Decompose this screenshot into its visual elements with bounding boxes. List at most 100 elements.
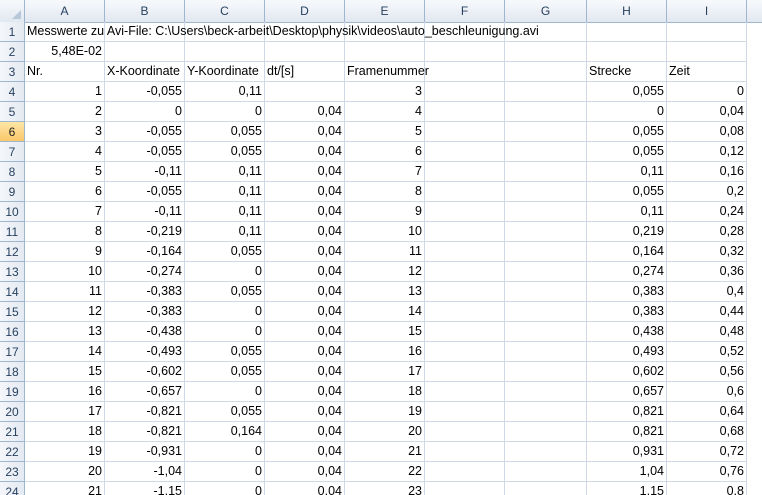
cell-f[interactable] — [425, 162, 505, 182]
cell-a[interactable]: 15 — [25, 362, 105, 382]
column-header-c[interactable]: C — [185, 0, 265, 22]
cell-g[interactable] — [505, 382, 587, 402]
row-header[interactable]: 15 — [0, 302, 25, 322]
cell-g[interactable] — [505, 422, 587, 442]
cell-a[interactable]: 10 — [25, 262, 105, 282]
row-header[interactable]: 9 — [0, 182, 25, 202]
cell-d[interactable]: 0,04 — [265, 122, 345, 142]
cell-g[interactable] — [505, 362, 587, 382]
cell-g[interactable] — [505, 202, 587, 222]
cell-h[interactable]: 0,164 — [587, 242, 667, 262]
cell-f[interactable] — [425, 142, 505, 162]
cell-h[interactable]: 0,219 — [587, 222, 667, 242]
cell-i[interactable]: 0,36 — [667, 262, 747, 282]
row-header[interactable]: 5 — [0, 102, 25, 122]
row-header[interactable]: 19 — [0, 382, 25, 402]
cell-d[interactable]: 0,04 — [265, 422, 345, 442]
cell-d[interactable]: 0,04 — [265, 382, 345, 402]
cell-h[interactable]: 0,274 — [587, 262, 667, 282]
row-header[interactable]: 7 — [0, 142, 25, 162]
cell-i[interactable]: 0,2 — [667, 182, 747, 202]
cell-b[interactable]: -0,438 — [105, 322, 185, 342]
cell-c[interactable]: 0 — [185, 302, 265, 322]
cell-h[interactable]: 0,11 — [587, 202, 667, 222]
cell-g[interactable] — [505, 82, 587, 102]
cell-f[interactable] — [425, 462, 505, 482]
cell-e[interactable]: 10 — [345, 222, 425, 242]
cell-c[interactable]: 0,055 — [185, 242, 265, 262]
cell-c[interactable]: Y-Koordinate — [185, 62, 265, 82]
cell-c[interactable]: 0,11 — [185, 202, 265, 222]
cell-h[interactable]: 0,383 — [587, 282, 667, 302]
cell-i[interactable]: 0,4 — [667, 282, 747, 302]
cell-b[interactable]: -0,821 — [105, 402, 185, 422]
cell-e[interactable] — [345, 42, 425, 62]
cell-i[interactable]: 0,24 — [667, 202, 747, 222]
cell-d[interactable] — [265, 82, 345, 102]
cell-e[interactable]: 21 — [345, 442, 425, 462]
cell-g[interactable] — [505, 42, 587, 62]
cell-b[interactable]: 0 — [105, 102, 185, 122]
cell-h[interactable]: 0,383 — [587, 302, 667, 322]
row-header[interactable]: 17 — [0, 342, 25, 362]
cell-e[interactable]: 20 — [345, 422, 425, 442]
cell-a[interactable]: 7 — [25, 202, 105, 222]
row-header[interactable]: 21 — [0, 422, 25, 442]
cell-f[interactable] — [425, 342, 505, 362]
cell-c[interactable]: 0 — [185, 382, 265, 402]
cell-f[interactable] — [425, 322, 505, 342]
cell-e[interactable]: 22 — [345, 462, 425, 482]
cell-g[interactable] — [505, 162, 587, 182]
cell-g[interactable] — [505, 342, 587, 362]
cell-h[interactable]: 0,931 — [587, 442, 667, 462]
cell-d[interactable]: 0,04 — [265, 482, 345, 495]
cell-i[interactable]: 0,08 — [667, 122, 747, 142]
cell-b[interactable]: -0,602 — [105, 362, 185, 382]
cell-c[interactable]: 0,11 — [185, 162, 265, 182]
cell-i[interactable]: 0,56 — [667, 362, 747, 382]
row-header[interactable]: 6 — [0, 122, 25, 142]
cell-e[interactable]: 8 — [345, 182, 425, 202]
cell-c[interactable]: 0 — [185, 102, 265, 122]
cell-h[interactable]: 0,493 — [587, 342, 667, 362]
cell-a[interactable]: 3 — [25, 122, 105, 142]
cell-d[interactable]: 0,04 — [265, 442, 345, 462]
cell-b[interactable]: -0,657 — [105, 382, 185, 402]
cell-g[interactable] — [505, 402, 587, 422]
cell-i[interactable] — [667, 42, 747, 62]
cell-i[interactable]: 0,72 — [667, 442, 747, 462]
cell-c[interactable]: 0 — [185, 262, 265, 282]
cell-d[interactable]: 0,04 — [265, 362, 345, 382]
cell-b[interactable]: -1,04 — [105, 462, 185, 482]
cell-f[interactable] — [425, 442, 505, 462]
cell-f[interactable] — [425, 422, 505, 442]
cell-a[interactable]: 17 — [25, 402, 105, 422]
column-header-d[interactable]: D — [265, 0, 345, 22]
cell-c[interactable]: 0 — [185, 322, 265, 342]
column-header-h[interactable]: H — [587, 0, 667, 22]
column-header-a[interactable]: A — [25, 0, 105, 22]
cell-e[interactable]: 12 — [345, 262, 425, 282]
cell-a[interactable]: 5,48E-02 — [25, 42, 105, 62]
cell-e[interactable]: 9 — [345, 202, 425, 222]
column-header-b[interactable]: B — [105, 0, 185, 22]
row-header[interactable]: 4 — [0, 82, 25, 102]
cell-d[interactable]: 0,04 — [265, 342, 345, 362]
cell-g[interactable] — [505, 302, 587, 322]
cell-h[interactable]: 0,657 — [587, 382, 667, 402]
cell-d[interactable] — [265, 42, 345, 62]
cell-f[interactable] — [425, 482, 505, 495]
cell-c[interactable]: 0 — [185, 462, 265, 482]
cell-i[interactable]: Zeit — [667, 62, 747, 82]
cell-b[interactable]: -0,274 — [105, 262, 185, 282]
cell-e[interactable]: 17 — [345, 362, 425, 382]
cell-a[interactable]: 12 — [25, 302, 105, 322]
cell-b[interactable]: -0,055 — [105, 142, 185, 162]
cell-f[interactable] — [425, 42, 505, 62]
cell-h[interactable]: 0,821 — [587, 422, 667, 442]
cell-c[interactable] — [185, 42, 265, 62]
cell-c[interactable]: 0,11 — [185, 222, 265, 242]
cell-h[interactable]: 0 — [587, 102, 667, 122]
cell-h[interactable]: 0,055 — [587, 82, 667, 102]
cell-h[interactable]: 0,055 — [587, 122, 667, 142]
